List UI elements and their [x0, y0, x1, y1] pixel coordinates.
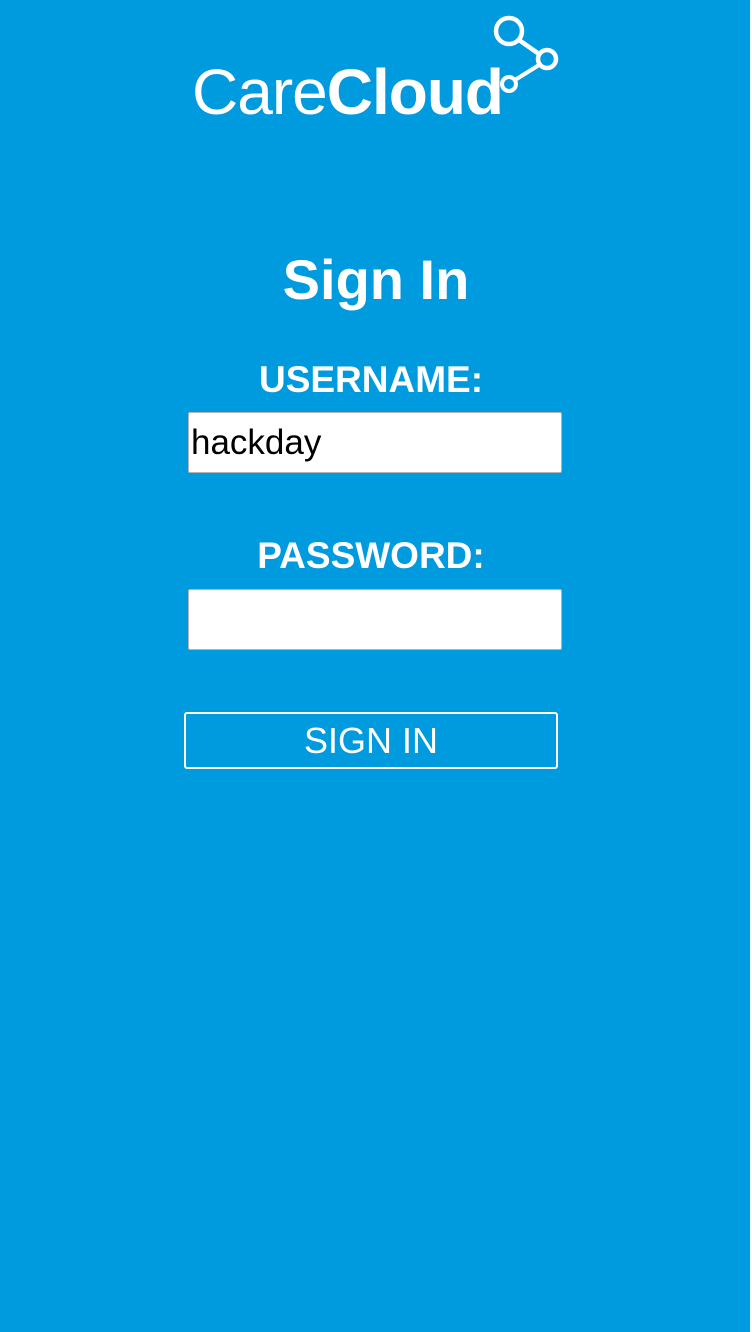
logo-wordmark-cloud: Cloud — [326, 56, 504, 128]
carecloud-logo: CareCloud — [192, 14, 562, 124]
connected-nodes-icon — [493, 15, 559, 93]
logo-wordmark: CareCloud — [192, 60, 504, 124]
logo-wordmark-care: Care — [192, 56, 328, 128]
page-title: Sign In — [282, 248, 470, 311]
sign-in-button[interactable]: SIGN IN — [184, 712, 558, 769]
username-label: USERNAME: — [258, 359, 484, 400]
sign-in-page: CareCloud Sign In USERNAME: PASSWORD: SI… — [0, 0, 752, 1332]
password-label: PASSWORD: — [257, 535, 485, 576]
password-input[interactable] — [188, 589, 562, 650]
username-input[interactable] — [188, 412, 562, 473]
